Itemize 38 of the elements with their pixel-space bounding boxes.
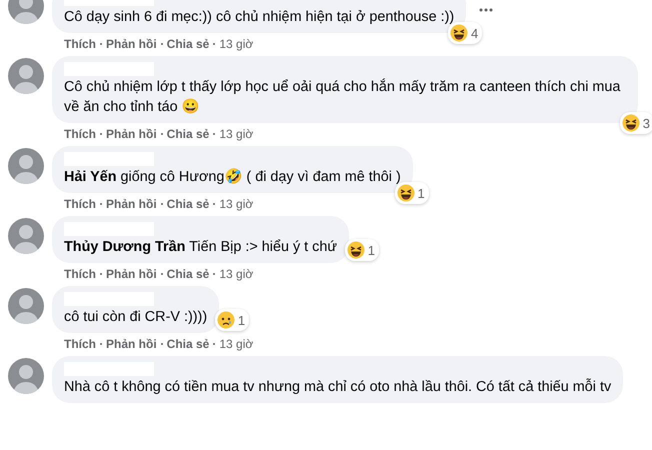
laughing-emoji-icon	[622, 114, 640, 132]
more-icon	[479, 8, 494, 12]
timestamp[interactable]: 13 giờ	[219, 127, 254, 141]
timestamp[interactable]: 13 giờ	[219, 37, 254, 51]
comment-text: Cô chủ nhiệm lớp t thấy lớp học uể oải quá cho hắn mấy trăm ra canteen thích chi mua về ăn cho tỉnh táo 😀	[64, 78, 622, 117]
reaction-badge[interactable]: 1	[214, 309, 250, 331]
action-link[interactable]: Phản hồi	[106, 197, 157, 211]
laughing-emoji-icon	[450, 24, 468, 42]
avatar[interactable]	[8, 58, 44, 94]
avatar[interactable]	[8, 148, 44, 184]
timestamp[interactable]: 13 giờ	[219, 337, 254, 351]
action-link[interactable]: Chia sẻ	[166, 197, 210, 211]
action-link[interactable]: Phản hồi	[106, 337, 157, 351]
timestamp[interactable]: 13 giờ	[219, 197, 254, 211]
reaction-badge[interactable]: 3	[620, 112, 652, 134]
avatar[interactable]	[8, 218, 44, 254]
action-link[interactable]: Thích	[64, 37, 96, 51]
laughing-emoji-icon	[396, 184, 415, 202]
reaction-badge[interactable]: 1	[344, 239, 380, 261]
avatar[interactable]	[8, 288, 44, 324]
action-link[interactable]: Thích	[64, 197, 96, 211]
action-link[interactable]: Phản hồi	[106, 267, 157, 281]
action-link[interactable]: Chia sẻ	[166, 337, 210, 351]
action-link[interactable]: Thích	[64, 337, 96, 351]
timestamp[interactable]: 13 giờ	[219, 267, 254, 281]
comment-text: Nhà cô t không có tiền mua tv nhưng mà chỉ có oto nhà lầu thôi. Có tất cả thiếu mỗi tv	[64, 378, 612, 397]
action-link[interactable]: Phản hồi	[106, 127, 157, 141]
action-link[interactable]: Chia sẻ	[166, 37, 210, 51]
comment-text: Thủy Dương Trần Tiến Bịp :> hiểu ý t chứ	[64, 238, 338, 257]
sad-emoji-icon	[216, 311, 235, 329]
comment-text: cô tui còn đi CR-V :))))	[64, 308, 208, 327]
laughing-emoji-icon	[346, 241, 365, 259]
action-link[interactable]: Thích	[64, 267, 96, 281]
avatar[interactable]	[8, 358, 44, 394]
action-link[interactable]: Thích	[64, 127, 96, 141]
action-link[interactable]: Chia sẻ	[166, 267, 210, 281]
action-link[interactable]: Phản hồi	[106, 37, 157, 51]
action-link[interactable]: Chia sẻ	[166, 127, 210, 141]
